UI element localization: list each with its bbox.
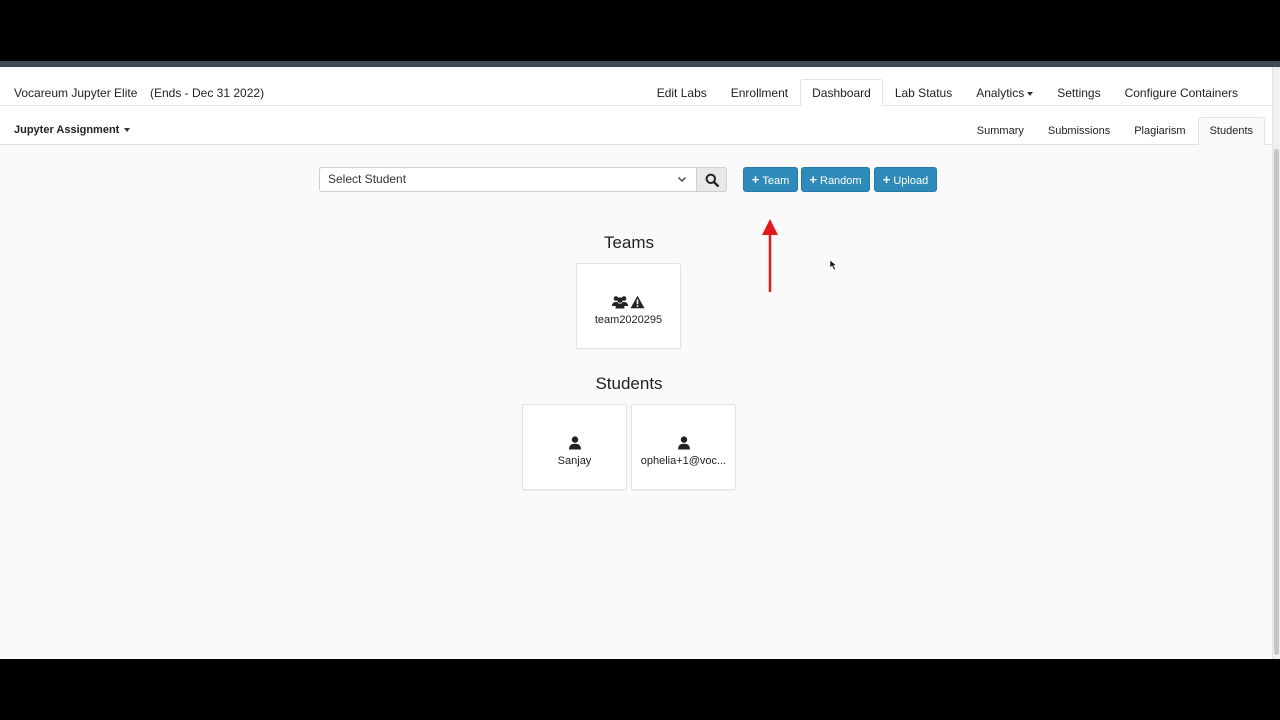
nav-label: Edit Labs — [656, 86, 707, 100]
tab-submissions[interactable]: Submissions — [1036, 117, 1122, 145]
upload-label: Upload — [893, 175, 929, 187]
user-icon — [568, 436, 581, 450]
tab-students[interactable]: Students — [1197, 117, 1265, 145]
main-navbar: Vocareum Jupyter Elite (Ends - Dec 31 20… — [0, 67, 1272, 106]
assignment-navbar: Jupyter Assignment Summary Submissions P… — [0, 106, 1272, 145]
nav-edit-labs[interactable]: Edit Labs — [645, 79, 719, 106]
annotation-arrow-icon — [762, 219, 778, 292]
users-icon — [612, 296, 628, 309]
search-icon — [705, 173, 719, 187]
video-letterbox-bottom — [0, 659, 1280, 720]
select-student-dropdown[interactable]: Select Student — [319, 167, 697, 192]
caret-down-icon — [124, 128, 131, 133]
nav-settings[interactable]: Settings — [1045, 79, 1112, 106]
term-dates: (Ends - Dec 31 2022) — [150, 86, 265, 100]
brand-name[interactable]: Vocareum Jupyter Elite — [14, 86, 137, 100]
nav-dashboard[interactable]: Dashboard — [800, 79, 883, 106]
teams-heading: Teams — [603, 233, 655, 252]
tab-plagiarism[interactable]: Plagiarism — [1122, 117, 1197, 145]
tab-label: Plagiarism — [1134, 125, 1186, 137]
nav-label: Configure Containers — [1124, 86, 1238, 100]
add-team-label: Team — [762, 175, 790, 187]
nav-configure-containers[interactable]: Configure Containers — [1113, 79, 1250, 106]
student-name: ophelia+1@voc... — [640, 455, 727, 467]
plus-icon: + — [751, 172, 760, 187]
app-window: Vocareum Jupyter Elite (Ends - Dec 31 20… — [0, 61, 1280, 659]
select-student-placeholder: Select Student — [328, 172, 407, 186]
assignment-name: Jupyter Assignment — [14, 124, 120, 136]
assignment-tabs: Summary Submissions Plagiarism Students — [965, 117, 1265, 145]
student-card[interactable]: Sanjay — [522, 404, 627, 490]
team-card[interactable]: team2020295 — [576, 263, 681, 349]
student-card-icons — [523, 436, 626, 452]
main-nav: Edit Labs Enrollment Dashboard Lab Statu… — [645, 79, 1250, 107]
video-letterbox-top — [0, 0, 1280, 61]
user-icon — [677, 436, 690, 450]
team-name: team2020295 — [594, 314, 663, 326]
add-team-button[interactable]: + Team — [743, 167, 798, 192]
nav-analytics[interactable]: Analytics — [964, 79, 1045, 106]
students-heading: Students — [595, 374, 663, 393]
student-name: Sanjay — [557, 455, 592, 467]
search-button[interactable] — [696, 167, 727, 192]
nav-label: Settings — [1057, 86, 1101, 100]
caret-down-icon — [1027, 91, 1034, 96]
nav-label: Enrollment — [730, 86, 789, 100]
student-card[interactable]: ophelia+1@voc... — [631, 404, 736, 490]
assignment-dropdown[interactable]: Jupyter Assignment — [14, 124, 131, 136]
plus-icon: + — [882, 172, 891, 187]
scrollbar-thumb[interactable] — [1274, 149, 1279, 655]
warning-icon — [630, 295, 645, 309]
add-random-label: Random — [820, 175, 862, 187]
team-card-icons — [577, 295, 680, 311]
tab-label: Submissions — [1047, 125, 1111, 137]
tab-label: Students — [1209, 125, 1253, 137]
upload-button[interactable]: + Upload — [874, 167, 937, 192]
nav-enrollment[interactable]: Enrollment — [719, 79, 800, 106]
chevron-down-icon — [677, 176, 687, 183]
nav-label: Dashboard — [812, 86, 871, 100]
nav-label: Lab Status — [894, 86, 953, 100]
plus-icon: + — [809, 172, 817, 187]
tab-summary[interactable]: Summary — [965, 117, 1036, 145]
tab-label: Summary — [976, 125, 1024, 137]
nav-label: Analytics — [976, 86, 1025, 100]
mouse-cursor-icon — [829, 259, 838, 271]
student-card-icons — [632, 436, 735, 452]
add-random-button[interactable]: + Random — [801, 167, 870, 192]
page-scrollbar[interactable] — [1272, 67, 1280, 659]
nav-lab-status[interactable]: Lab Status — [883, 79, 964, 106]
